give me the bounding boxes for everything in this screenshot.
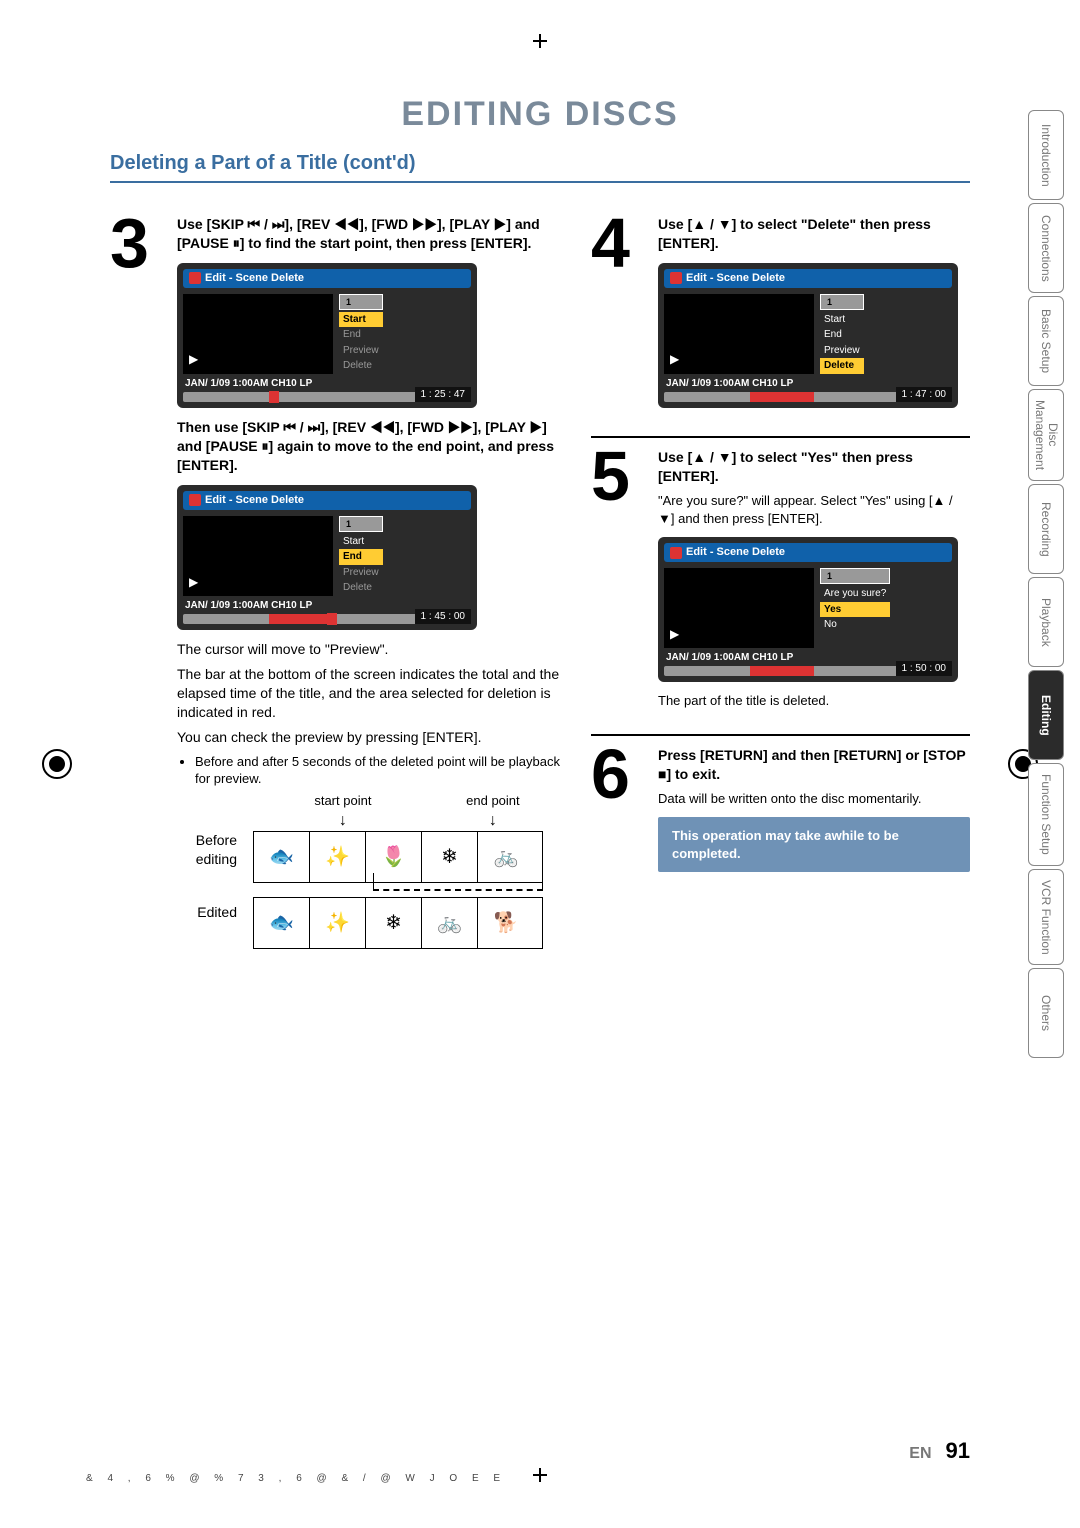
arrow-down-icon: ↓ bbox=[339, 810, 347, 832]
menu-yes[interactable]: Yes bbox=[820, 602, 890, 618]
menu-end[interactable]: End bbox=[339, 549, 383, 565]
menu-start[interactable]: Start bbox=[339, 312, 383, 328]
panel-title: Edit - Scene Delete bbox=[205, 493, 304, 508]
thumb-number: 1 bbox=[339, 294, 383, 310]
step-3-note-2: The bar at the bottom of the screen indi… bbox=[177, 665, 567, 722]
tab-editing[interactable]: Editing bbox=[1028, 670, 1064, 760]
footer-code: & 4 , 6 % @ % 7 3 , 6 @ & / @ W J O E E bbox=[86, 1473, 506, 1484]
step-5-instruction: Use [▲ / ▼] to select "Yes" then press [… bbox=[658, 448, 970, 486]
menu-start[interactable]: Start bbox=[820, 312, 864, 328]
timestamp: 1 : 47 : 00 bbox=[896, 387, 952, 403]
step-number-6: 6 bbox=[591, 746, 646, 872]
arrow-down-icon: ↓ bbox=[489, 810, 497, 832]
scene-delete-panel-a: Edit - Scene Delete ▶ 1 Start End Previe… bbox=[177, 263, 477, 408]
panel-title: Edit - Scene Delete bbox=[686, 545, 785, 560]
play-icon: ▶ bbox=[670, 626, 679, 642]
tab-connections[interactable]: Connections bbox=[1028, 203, 1064, 293]
step-6-note-1: Data will be written onto the disc momen… bbox=[658, 790, 970, 808]
scene-delete-panel-d: Edit - Scene Delete ▶ 1 Are you sure? Ye… bbox=[658, 537, 958, 682]
menu-preview[interactable]: Preview bbox=[339, 343, 383, 359]
step-5-note-1: "Are you sure?" will appear. Select "Yes… bbox=[658, 492, 970, 527]
label-start-point: start point bbox=[314, 792, 371, 810]
section-tabs: Introduction Connections Basic Setup Dis… bbox=[1028, 110, 1064, 1061]
tab-others[interactable]: Others bbox=[1028, 968, 1064, 1058]
menu-no[interactable]: No bbox=[820, 617, 890, 633]
tab-recording[interactable]: Recording bbox=[1028, 484, 1064, 574]
frames-before: 🐟✨🌷❄🚲 bbox=[253, 831, 543, 883]
page-number: EN91 bbox=[909, 1438, 970, 1464]
step-5-note-2: The part of the title is deleted. bbox=[658, 692, 970, 710]
menu-end[interactable]: End bbox=[339, 327, 383, 343]
timestamp: 1 : 45 : 00 bbox=[415, 609, 471, 625]
preview-pane: ▶ bbox=[664, 568, 814, 648]
step-3-bullet: Before and after 5 seconds of the delete… bbox=[195, 753, 567, 788]
thumb-number: 1 bbox=[339, 516, 383, 532]
step-number-4: 4 bbox=[591, 215, 646, 418]
play-icon: ▶ bbox=[189, 351, 198, 367]
menu-start[interactable]: Start bbox=[339, 534, 383, 550]
thumb-number: 1 bbox=[820, 568, 890, 584]
menu-delete[interactable]: Delete bbox=[339, 358, 383, 374]
label-edited: Edited bbox=[177, 903, 237, 922]
thumb-number: 1 bbox=[820, 294, 864, 310]
section-heading: Deleting a Part of a Title (cont'd) bbox=[110, 152, 970, 183]
tab-basic-setup[interactable]: Basic Setup bbox=[1028, 296, 1064, 386]
panel-title: Edit - Scene Delete bbox=[686, 271, 785, 286]
step-6-instruction: Press [RETURN] and then [RETURN] or [STO… bbox=[658, 746, 970, 784]
registration-icon bbox=[42, 749, 72, 779]
label-before-editing: Before editing bbox=[177, 831, 237, 869]
timestamp: 1 : 50 : 00 bbox=[896, 661, 952, 677]
timestamp: 1 : 25 : 47 bbox=[415, 387, 471, 403]
step-number-5: 5 bbox=[591, 448, 646, 716]
step-3-instruction-a: Use [SKIP ⏮ / ⏭], [REV ◀◀], [FWD ▶▶], [P… bbox=[177, 215, 567, 253]
scene-delete-panel-c: Edit - Scene Delete ▶ 1 Start End Previe… bbox=[658, 263, 958, 408]
menu-delete[interactable]: Delete bbox=[339, 580, 383, 596]
frames-after: 🐟✨❄🚲🐕 bbox=[253, 897, 543, 949]
step-3-instruction-b: Then use [SKIP ⏮ / ⏭], [REV ◀◀], [FWD ▶▶… bbox=[177, 418, 567, 475]
tab-playback[interactable]: Playback bbox=[1028, 577, 1064, 667]
preview-pane: ▶ bbox=[183, 516, 333, 596]
menu-preview[interactable]: Preview bbox=[339, 565, 383, 581]
tab-function-setup[interactable]: Function Setup bbox=[1028, 763, 1064, 866]
step-4-instruction: Use [▲ / ▼] to select "Delete" then pres… bbox=[658, 215, 970, 253]
panel-title: Edit - Scene Delete bbox=[205, 271, 304, 286]
step-number-3: 3 bbox=[110, 215, 165, 949]
tab-introduction[interactable]: Introduction bbox=[1028, 110, 1064, 200]
crop-mark-icon bbox=[527, 28, 553, 54]
tab-disc-management[interactable]: DiscManagement bbox=[1028, 389, 1064, 481]
menu-are-you-sure: Are you sure? bbox=[820, 586, 890, 602]
warning-note: This operation may take awhile to be com… bbox=[658, 817, 970, 872]
scene-delete-panel-b: Edit - Scene Delete ▶ 1 Start End Previe… bbox=[177, 485, 477, 630]
menu-delete[interactable]: Delete bbox=[820, 358, 864, 374]
play-icon: ▶ bbox=[670, 351, 679, 367]
label-end-point: end point bbox=[466, 792, 520, 810]
step-3-note-1: The cursor will move to "Preview". bbox=[177, 640, 567, 659]
menu-end[interactable]: End bbox=[820, 327, 864, 343]
play-icon: ▶ bbox=[189, 574, 198, 590]
step-3-note-3: You can check the preview by pressing [E… bbox=[177, 728, 567, 747]
preview-pane: ▶ bbox=[183, 294, 333, 374]
menu-preview[interactable]: Preview bbox=[820, 343, 864, 359]
page-title: EDITING DISCS bbox=[30, 95, 1050, 134]
deletion-range-icon bbox=[373, 889, 543, 891]
crop-mark-icon bbox=[527, 1462, 553, 1488]
tab-vcr-function[interactable]: VCR Function bbox=[1028, 869, 1064, 966]
preview-pane: ▶ bbox=[664, 294, 814, 374]
